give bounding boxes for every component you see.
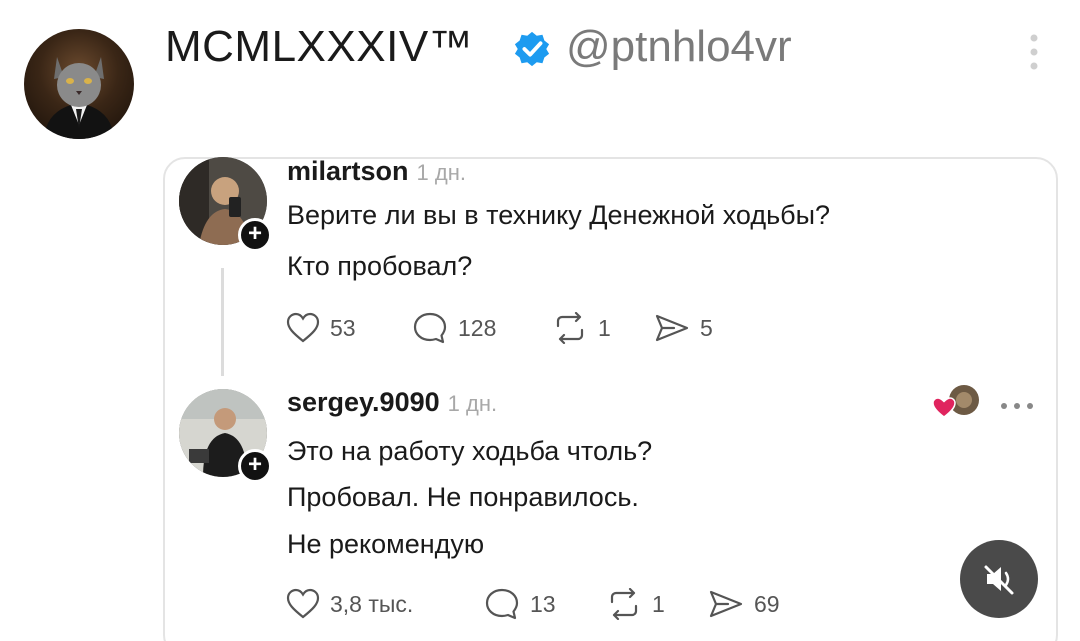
username-text[interactable]: milartson [287,156,409,186]
follow-plus-icon[interactable]: + [238,218,272,252]
repost-button[interactable]: 1 [552,311,611,345]
comment-username[interactable]: milartson 1 дн. [287,156,466,187]
heart-outline-icon [286,588,320,619]
share-count: 69 [754,590,780,617]
like-button[interactable]: 3,8 тыс. [286,587,413,621]
repost-icon [610,588,638,620]
like-button[interactable]: 53 [286,311,356,345]
cat-in-suit-avatar-icon [44,57,114,139]
author-handle[interactable]: @ptnhlo4vr [566,22,792,72]
comment-text-line: Кто пробовал? [287,251,473,281]
comment-time: 1 дн. [447,391,498,416]
repost-icon [556,312,584,344]
more-vertical-icon[interactable] [1028,32,1040,72]
more-horizontal-icon[interactable] [1000,402,1034,410]
mute-toggle-button[interactable] [960,540,1038,618]
comment-time: 1 дн. [416,160,466,185]
comment-text-line: Пробовал. Не понравилось. [287,482,639,512]
like-count: 3,8 тыс. [330,590,414,617]
repost-button[interactable]: 1 [606,587,665,621]
comment-text-line: Не рекомендую [287,529,485,559]
comment-bubble-icon [413,312,447,344]
send-icon [655,314,689,342]
heart-outline-icon [286,312,320,343]
speaker-muted-icon [984,565,1014,595]
repost-count: 1 [652,590,665,617]
comment-text-line: Это на работу ходьба чтоль? [287,436,653,466]
thread-line [221,268,224,376]
reply-count: 13 [530,590,556,617]
share-count: 5 [700,314,713,341]
reply-button[interactable]: 13 [484,587,556,621]
share-button[interactable]: 5 [654,311,713,345]
follow-plus-icon[interactable]: + [238,449,272,483]
like-count: 53 [330,314,356,341]
author-avatar[interactable] [24,29,134,139]
share-button[interactable]: 69 [708,587,780,621]
reply-count: 128 [458,314,497,341]
comment-username[interactable]: sergey.9090 1 дн. [287,387,497,418]
author-name[interactable]: MCMLXXXIV™ [165,22,473,72]
heart-reaction-avatars[interactable] [930,384,982,420]
send-icon [709,590,743,618]
reply-button[interactable]: 128 [412,311,496,345]
comment-bubble-icon [485,588,519,620]
username-text[interactable]: sergey.9090 [287,387,440,417]
repost-count: 1 [598,314,611,341]
verified-badge-icon [514,31,550,67]
comment-text-line: Верите ли вы в технику Денежной ходьбы? [287,200,831,230]
